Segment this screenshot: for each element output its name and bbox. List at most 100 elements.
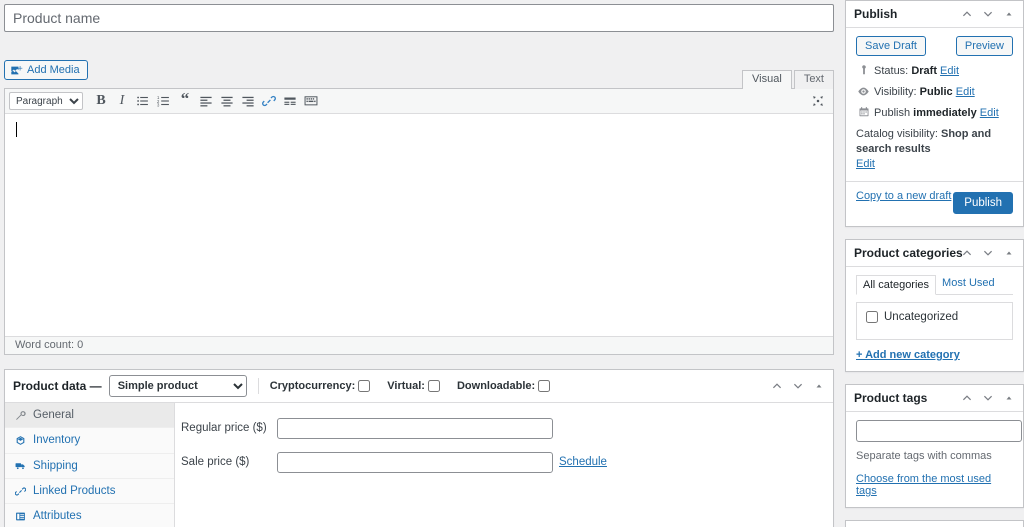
move-down-icon[interactable]: [981, 246, 995, 260]
italic-icon[interactable]: I: [112, 91, 132, 111]
product-data-title: Product data —: [13, 379, 102, 393]
pd-tab-attributes-label: Attributes: [33, 510, 82, 523]
publish-box-title: Publish: [854, 7, 898, 21]
post-status-icon: [856, 64, 871, 76]
status-prefix: Status:: [874, 65, 909, 77]
cryptocurrency-checkbox-label[interactable]: Cryptocurrency:: [270, 380, 371, 392]
category-list: Uncategorized: [856, 302, 1013, 340]
tab-most-used[interactable]: Most Used: [936, 274, 1001, 294]
pd-tab-shipping[interactable]: Shipping: [5, 454, 174, 479]
categories-box-body: All categories Most Used Uncategorized +…: [846, 267, 1023, 371]
main-content-column: Add Media Visual Text Paragraph B I: [0, 0, 838, 527]
publish-actions-row: Save Draft Preview: [856, 36, 1013, 56]
pd-tab-inventory[interactable]: Inventory: [5, 428, 174, 454]
category-item-uncategorized[interactable]: Uncategorized: [866, 311, 1003, 323]
edit-visibility-link[interactable]: Edit: [956, 85, 975, 99]
toggle-panel-icon[interactable]: [1002, 391, 1016, 405]
edit-catalog-link[interactable]: Edit: [856, 158, 875, 170]
pd-tab-general[interactable]: General: [5, 403, 174, 429]
preview-button[interactable]: Preview: [955, 36, 1013, 56]
move-up-icon[interactable]: [960, 391, 974, 405]
downloadable-label: Downloadable:: [456, 380, 536, 392]
toolbar-toggle-icon[interactable]: [301, 91, 321, 111]
uncategorized-checkbox[interactable]: [866, 311, 878, 323]
bold-icon[interactable]: B: [91, 91, 111, 111]
schedule-prefix: Publish: [874, 107, 911, 119]
pd-tab-inventory-label: Inventory: [33, 434, 81, 447]
virtual-checkbox-label[interactable]: Virtual:: [387, 380, 440, 392]
link-icon[interactable]: [259, 91, 279, 111]
word-count-bar: Word count: 0: [5, 336, 833, 354]
product-title-wrapper: [0, 0, 838, 32]
align-right-icon[interactable]: [238, 91, 258, 111]
edit-schedule-link[interactable]: Edit: [980, 106, 999, 120]
pd-tab-linked-products-label: Linked Products: [33, 485, 116, 498]
catalog-visibility-row: Catalog visibility: Shop and search resu…: [856, 127, 1013, 172]
product-general-fields: Regular price ($) Sale price ($) Schedul…: [175, 403, 833, 527]
pd-tab-attributes[interactable]: Attributes: [5, 504, 174, 527]
copy-to-new-draft-link[interactable]: Copy to a new draft: [856, 189, 951, 202]
editor-mode-tabs: Visual Text: [740, 70, 834, 89]
blockquote-icon[interactable]: “: [175, 90, 195, 111]
save-draft-button[interactable]: Save Draft: [856, 36, 926, 56]
add-new-category-link[interactable]: + Add new category: [856, 349, 1013, 361]
regular-price-row: Regular price ($): [181, 417, 833, 439]
move-up-icon[interactable]: [770, 379, 784, 393]
regular-price-label: Regular price ($): [181, 422, 267, 434]
truck-icon: [15, 460, 31, 471]
bulleted-list-icon[interactable]: [133, 91, 153, 111]
edit-status-link[interactable]: Edit: [940, 64, 959, 78]
distraction-free-icon[interactable]: [807, 91, 829, 111]
product-data-header: Product data — Simple product Cryptocurr…: [5, 370, 833, 403]
product-title-input[interactable]: [4, 4, 834, 32]
sale-price-input[interactable]: [277, 451, 553, 473]
move-up-icon[interactable]: [960, 246, 974, 260]
toggle-panel-icon[interactable]: [1002, 7, 1016, 21]
virtual-checkbox[interactable]: [427, 380, 440, 392]
pd-tab-linked-products[interactable]: Linked Products: [5, 479, 174, 505]
publish-box-header: Publish: [846, 1, 1023, 28]
product-type-select[interactable]: Simple product: [108, 375, 247, 397]
editor-content-area[interactable]: [5, 114, 833, 336]
visibility-prefix: Visibility:: [874, 86, 917, 98]
downloadable-checkbox-label[interactable]: Downloadable:: [456, 380, 551, 392]
move-down-icon[interactable]: [981, 391, 995, 405]
product-data-panel: Product data — Simple product Cryptocurr…: [4, 369, 834, 527]
product-data-tabs: General Inventory Shipping Linked Produc…: [5, 403, 175, 527]
publish-button[interactable]: Publish: [953, 191, 1013, 214]
tab-visual[interactable]: Visual: [742, 70, 792, 89]
tab-text[interactable]: Text: [793, 70, 834, 89]
svg-text:3: 3: [157, 103, 160, 108]
tags-box-title: Product tags: [854, 391, 928, 405]
link-icon: [15, 486, 31, 497]
publish-box: Publish Save Draft Preview Status: Draft…: [845, 0, 1024, 227]
move-down-icon[interactable]: [791, 379, 805, 393]
downloadable-checkbox[interactable]: [538, 380, 551, 392]
publish-box-body: Save Draft Preview Status: Draft Edit Vi…: [846, 28, 1023, 226]
schedule-sale-link[interactable]: Schedule: [559, 456, 607, 468]
numbered-list-icon[interactable]: 1 2 3: [154, 91, 174, 111]
visibility-row: Visibility: Public Edit: [856, 85, 1013, 99]
category-tabs: All categories Most Used: [856, 275, 1013, 295]
regular-price-input[interactable]: [277, 417, 553, 439]
editor-box: Paragraph B I 1 2 3 “ Word count: 0: [4, 88, 834, 355]
read-more-icon[interactable]: [280, 91, 300, 111]
align-center-icon[interactable]: [217, 91, 237, 111]
cryptocurrency-checkbox[interactable]: [358, 380, 371, 392]
tags-panel-actions: [960, 391, 1016, 405]
product-data-panel-actions: [770, 379, 826, 393]
align-left-icon[interactable]: [196, 91, 216, 111]
sale-price-row: Sale price ($) Schedule: [181, 451, 833, 473]
paragraph-format-select[interactable]: Paragraph: [9, 92, 83, 110]
sidebar-column: Publish Save Draft Preview Status: Draft…: [845, 0, 1024, 527]
tag-input[interactable]: [856, 420, 1022, 442]
toggle-panel-icon[interactable]: [1002, 246, 1016, 260]
most-used-tags-link[interactable]: Choose from the most used tags: [856, 473, 1013, 497]
move-down-icon[interactable]: [981, 7, 995, 21]
add-media-button[interactable]: Add Media: [4, 60, 88, 80]
header-divider: [257, 378, 259, 394]
move-up-icon[interactable]: [960, 7, 974, 21]
tab-all-categories[interactable]: All categories: [856, 275, 937, 295]
schedule-row: Publish immediately Edit: [856, 106, 1013, 120]
toggle-panel-icon[interactable]: [812, 379, 826, 393]
